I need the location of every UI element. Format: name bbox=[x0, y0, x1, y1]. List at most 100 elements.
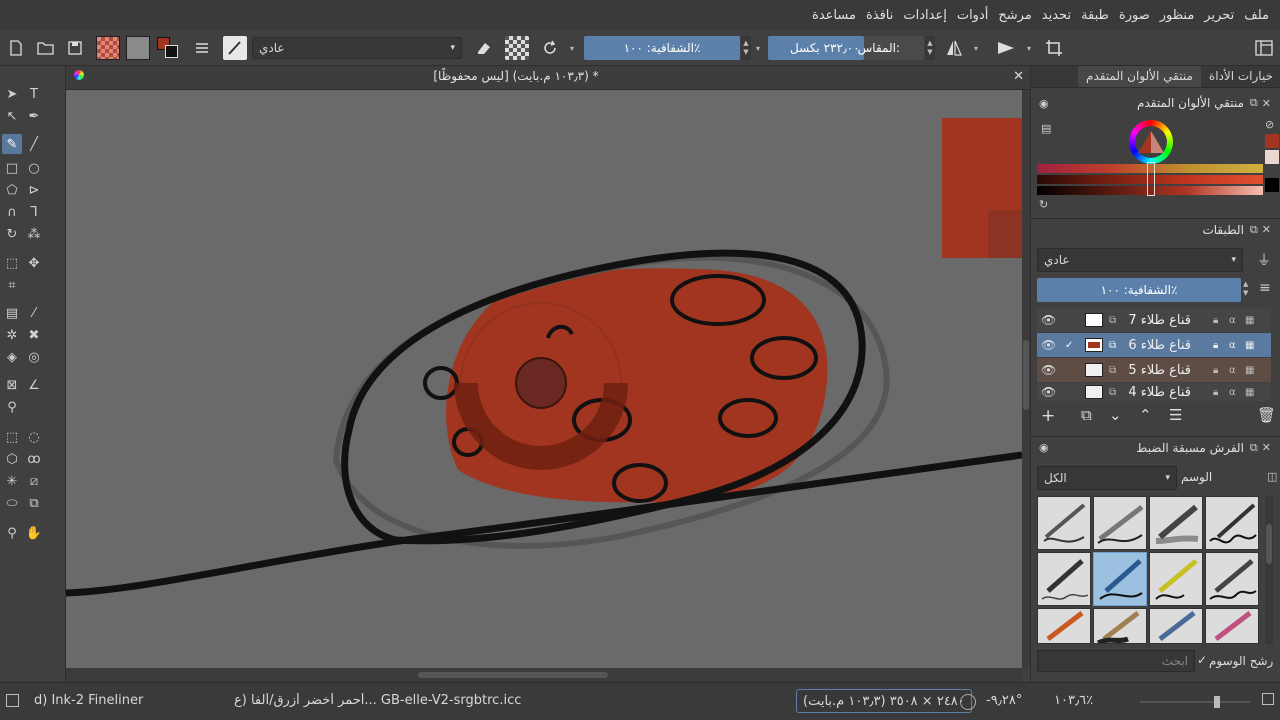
inherit-alpha-icon[interactable]: ▦ bbox=[1245, 315, 1254, 326]
inherit-alpha-icon[interactable]: ▦ bbox=[1245, 340, 1254, 351]
reference-tool-icon[interactable]: ⚲ bbox=[2, 397, 22, 417]
lock-icon[interactable]: 🔒︎ bbox=[1213, 340, 1218, 351]
menu-layer[interactable]: طبقة bbox=[1076, 8, 1114, 23]
pattern-preset-icon[interactable] bbox=[126, 36, 150, 60]
polygon-tool-icon[interactable]: ⬠ bbox=[2, 180, 22, 200]
freehand-brush-icon[interactable]: ✎ bbox=[2, 134, 22, 154]
dynamic-brush-icon[interactable]: ↻ bbox=[2, 224, 22, 244]
brush-preset-tile[interactable] bbox=[1149, 496, 1203, 550]
freehand-select-icon[interactable]: ꝏ bbox=[24, 449, 44, 469]
fill-tool-icon[interactable]: ◈ bbox=[2, 347, 22, 367]
status-brush-name[interactable]: d) Ink-2 Fineliner bbox=[34, 693, 143, 708]
select-shapes-icon[interactable]: ➤ bbox=[2, 84, 22, 104]
line-tool-icon[interactable]: ╱ bbox=[24, 134, 44, 154]
refresh-icon[interactable]: ↻ bbox=[1039, 198, 1048, 211]
document-tab[interactable]: * (١٠٣٫٣ م.بايت) [ليس محفوظًا] ✕ bbox=[66, 66, 1030, 90]
menu-help[interactable]: مساعدة bbox=[807, 8, 861, 23]
layer-menu-icon[interactable]: ≡ bbox=[1259, 280, 1271, 296]
clear-color-icon[interactable]: ⊘ bbox=[1265, 118, 1274, 131]
brush-preset-tile-selected[interactable] bbox=[1093, 552, 1147, 606]
inherit-alpha-icon[interactable]: ▦ bbox=[1245, 387, 1254, 398]
measure-tool-icon[interactable]: ∠ bbox=[24, 375, 44, 395]
tab-advanced-color-selector[interactable]: منتقي الألوان المتقدم bbox=[1078, 66, 1201, 87]
duplicate-layer-icon[interactable]: ⧉ bbox=[1081, 406, 1092, 424]
reload-preset-icon[interactable] bbox=[538, 36, 562, 60]
vertical-scrollbar[interactable] bbox=[1022, 90, 1030, 668]
fg-bg-color-icon[interactable] bbox=[156, 36, 180, 60]
zoom-tool-icon[interactable]: ⚲ bbox=[2, 523, 22, 543]
docker-menu-icon[interactable]: ◉ bbox=[1039, 441, 1049, 454]
horizontal-scroll-thumb[interactable] bbox=[418, 672, 608, 678]
brush-preset-tile[interactable] bbox=[1037, 496, 1091, 550]
menu-tools[interactable]: أدوات bbox=[952, 8, 994, 23]
layer-row[interactable]: 👁 ⧉ قناع طلاء 5 🔒︎ α ▦ bbox=[1037, 358, 1271, 382]
alpha-lock-icon[interactable]: α bbox=[1229, 387, 1236, 398]
size-spinner[interactable]: ▲ ▼ bbox=[925, 36, 935, 60]
brush-preset-tile[interactable] bbox=[1037, 608, 1091, 644]
brush-settings-icon[interactable] bbox=[190, 36, 214, 60]
multibrush-icon[interactable]: ⁂ bbox=[24, 224, 44, 244]
delete-layer-icon[interactable]: 🗑︎ bbox=[1257, 406, 1276, 424]
brush-preset-tile[interactable] bbox=[1205, 552, 1259, 606]
colorize-mask-icon[interactable]: ✲ bbox=[2, 325, 22, 345]
brush-preset-icon[interactable] bbox=[223, 36, 247, 60]
blend-mode-combo[interactable]: عادي ▾ bbox=[252, 37, 462, 59]
eye-icon[interactable]: 👁 bbox=[1041, 313, 1056, 327]
lock-icon[interactable]: 🔒︎ bbox=[1213, 365, 1218, 376]
dockers-layout-icon[interactable] bbox=[1252, 36, 1276, 60]
preserve-alpha-icon[interactable] bbox=[505, 36, 529, 60]
layer-blend-combo[interactable]: عادي ▾ bbox=[1037, 248, 1243, 272]
preset-tag-combo[interactable]: الكل ▾ bbox=[1037, 466, 1177, 490]
gradient-tool-icon[interactable]: ▤ bbox=[2, 303, 22, 323]
docker-menu-icon[interactable]: ◉ bbox=[1039, 97, 1049, 110]
pan-tool-icon[interactable]: ✋ bbox=[24, 523, 44, 543]
horizontal-scrollbar[interactable] bbox=[66, 668, 1022, 682]
mirror-horizontal-icon[interactable] bbox=[942, 36, 966, 60]
rectangle-tool-icon[interactable]: □ bbox=[2, 158, 22, 178]
bezier-select-icon[interactable]: ⬭ bbox=[2, 493, 22, 513]
contiguous-select-icon[interactable]: ✳ bbox=[2, 471, 22, 491]
edit-shapes-icon[interactable]: ↖ bbox=[2, 106, 22, 126]
crop-tool-icon[interactable]: ⌗ bbox=[2, 275, 22, 295]
brush-preset-tile[interactable] bbox=[1093, 496, 1147, 550]
brush-preset-tile[interactable] bbox=[1037, 552, 1091, 606]
eye-icon[interactable]: 👁 bbox=[1041, 363, 1056, 377]
zoom-slider[interactable] bbox=[1140, 696, 1250, 708]
checkmark-icon[interactable]: ✓ bbox=[1065, 340, 1073, 351]
brush-preset-tile[interactable] bbox=[1205, 496, 1259, 550]
menu-settings[interactable]: إعدادات bbox=[898, 8, 951, 23]
close-icon[interactable]: ✕ bbox=[1262, 441, 1271, 454]
bezier-tool-icon[interactable]: ∩ bbox=[2, 202, 22, 222]
rect-select-icon[interactable]: ⬚ bbox=[2, 427, 22, 447]
menu-filter[interactable]: مرشح bbox=[993, 8, 1036, 23]
preset-search-input[interactable]: ابحث bbox=[1037, 650, 1195, 672]
lock-icon[interactable]: 🔒︎ bbox=[1213, 315, 1218, 326]
move-tool-icon[interactable]: ✥ bbox=[24, 253, 44, 273]
brush-preset-tile[interactable] bbox=[1093, 608, 1147, 644]
fullscreen-icon[interactable] bbox=[1262, 693, 1274, 705]
layer-properties-icon[interactable]: ☰ bbox=[1169, 406, 1182, 424]
preset-view-icon[interactable]: ◫ bbox=[1267, 470, 1277, 483]
assistant-tool-icon[interactable]: ⊠ bbox=[2, 375, 22, 395]
inherit-alpha-icon[interactable]: ▦ bbox=[1245, 365, 1254, 376]
menu-edit[interactable]: تحرير bbox=[1199, 8, 1239, 23]
color-patch-2[interactable] bbox=[1265, 150, 1279, 164]
float-icon[interactable]: ⧉ bbox=[1250, 96, 1258, 110]
close-icon[interactable]: ✕ bbox=[1262, 223, 1271, 236]
text-tool-icon[interactable]: T bbox=[24, 84, 44, 104]
close-document-icon[interactable]: ✕ bbox=[1013, 69, 1024, 84]
color-patch-3[interactable] bbox=[1265, 178, 1279, 192]
brush-preset-tile[interactable] bbox=[1149, 608, 1203, 644]
opacity-spinner[interactable]: ▲ ▼ bbox=[741, 36, 751, 60]
mirror-vertical-icon[interactable] bbox=[994, 36, 1018, 60]
tag-filter-checkbox[interactable]: ✓ bbox=[1197, 653, 1207, 667]
polyline-tool-icon[interactable]: ⊳ bbox=[24, 180, 44, 200]
canvas[interactable] bbox=[66, 90, 1022, 668]
ellipse-tool-icon[interactable]: ○ bbox=[24, 158, 44, 178]
brush-preset-tile[interactable] bbox=[1149, 552, 1203, 606]
eye-icon[interactable]: 👁 bbox=[1041, 338, 1056, 352]
layer-opacity-slider[interactable]: الشفافية: ١٠٠٪ bbox=[1037, 278, 1241, 302]
float-icon[interactable]: ⧉ bbox=[1250, 223, 1258, 237]
layer-row[interactable]: 👁 ⧉ قناع طلاء 7 🔒︎ α ▦ bbox=[1037, 308, 1271, 332]
color-patch-1[interactable] bbox=[1265, 134, 1279, 148]
